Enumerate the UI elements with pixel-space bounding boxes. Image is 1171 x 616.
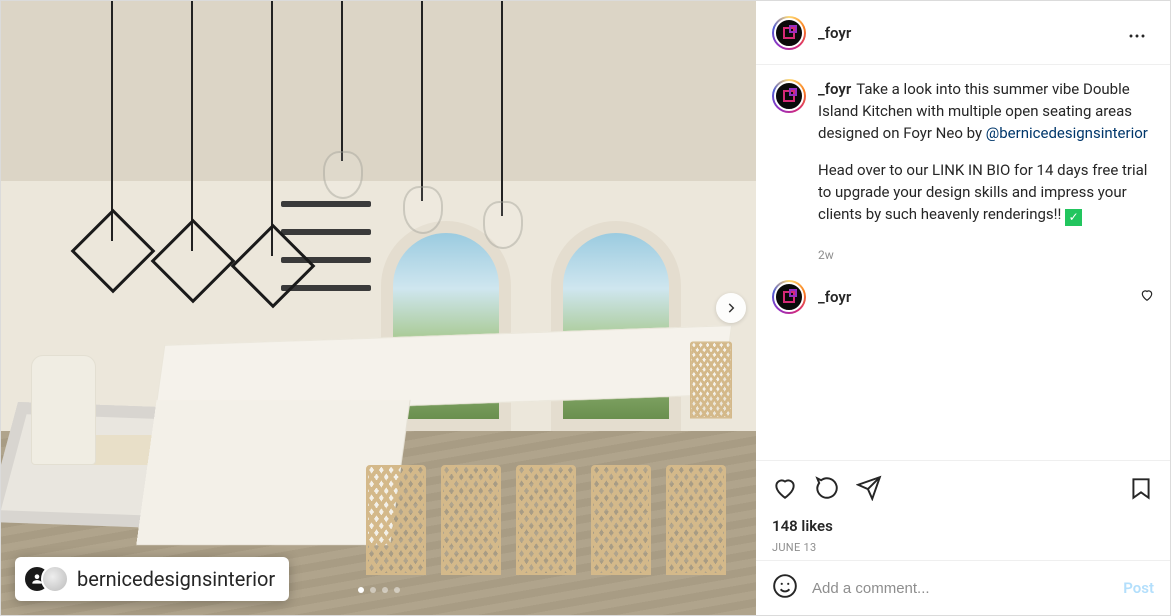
post-image-carousel[interactable]: bernicedesignsinterior [1, 1, 756, 615]
caption-mention[interactable]: @bernicedesignsinterior [986, 124, 1148, 142]
scene-barstool [441, 465, 501, 575]
carousel-next-button[interactable] [716, 293, 746, 323]
caption-and-comments[interactable]: _foyrTake a look into this summer vibe D… [756, 65, 1170, 460]
post-date: JUNE 13 [772, 541, 1154, 554]
more-options-button[interactable] [1120, 15, 1154, 50]
post-sidebar: _foyr _foyrTake a look into this summer … [756, 1, 1170, 615]
caption-body-2: Head over to our LINK IN BIO for 14 days… [818, 161, 1147, 223]
author-avatar[interactable] [772, 16, 806, 50]
save-button[interactable] [1128, 471, 1154, 509]
scene-barstool [591, 465, 651, 575]
comment-input[interactable] [812, 580, 1109, 597]
scene-barstool [690, 342, 732, 419]
heart-icon [1140, 288, 1154, 302]
avatar-image [774, 18, 804, 48]
scene-ceiling [1, 1, 756, 181]
check-emoji-icon: ✓ [1065, 209, 1082, 226]
bookmark-icon [1128, 475, 1154, 501]
comment-row: _foyr [772, 280, 1154, 314]
commenter-username[interactable]: _foyr [818, 288, 851, 306]
caption-username[interactable]: _foyr [818, 80, 851, 98]
chevron-right-icon [724, 301, 738, 315]
tagged-avatar-stack [23, 565, 67, 593]
carousel-dot[interactable] [382, 587, 388, 593]
comment-button[interactable] [814, 471, 840, 509]
post-comment-button[interactable]: Post [1123, 579, 1154, 597]
caption-row: _foyrTake a look into this summer vibe D… [772, 79, 1154, 242]
avatar-image [774, 282, 804, 312]
avatar-image [774, 81, 804, 111]
scene-armchair [31, 355, 96, 465]
like-comment-button[interactable] [1140, 287, 1154, 306]
comment-icon [814, 475, 840, 501]
share-icon [856, 475, 882, 501]
scene-barstool [366, 465, 426, 575]
tagged-user-name: bernicedesignsinterior [77, 567, 275, 591]
tagged-user-overlay[interactable]: bernicedesignsinterior [15, 557, 289, 601]
author-username-link[interactable]: _foyr [818, 24, 851, 42]
caption-text: _foyrTake a look into this summer vibe D… [818, 79, 1154, 242]
commenter-avatar[interactable] [772, 280, 806, 314]
tagged-user-avatar [41, 565, 69, 593]
heart-icon [772, 475, 798, 501]
likes-count[interactable]: 148 likes [772, 517, 1154, 535]
scene-barstool [516, 465, 576, 575]
carousel-dot[interactable] [358, 587, 364, 593]
like-button[interactable] [772, 471, 798, 509]
add-comment-form: Post [756, 560, 1170, 615]
carousel-dot[interactable] [394, 587, 400, 593]
carousel-dot[interactable] [370, 587, 376, 593]
post-header: _foyr [756, 1, 1170, 65]
ellipsis-icon [1128, 34, 1146, 38]
caption-age: 2w [818, 248, 1154, 262]
scene-pendant-glass [323, 151, 363, 199]
author-avatar[interactable] [772, 79, 806, 113]
smiley-icon [772, 573, 798, 599]
emoji-picker-button[interactable] [772, 573, 798, 603]
scene-pendant-glass [483, 201, 523, 249]
action-buttons-row [772, 471, 1154, 509]
post-actions: 148 likes JUNE 13 [756, 460, 1170, 560]
scene-pendant-glass [403, 186, 443, 234]
post-container: bernicedesignsinterior _foyr _foyrTake a… [0, 0, 1171, 616]
scene-barstool [666, 465, 726, 575]
carousel-dots [358, 587, 400, 593]
share-button[interactable] [856, 471, 882, 509]
